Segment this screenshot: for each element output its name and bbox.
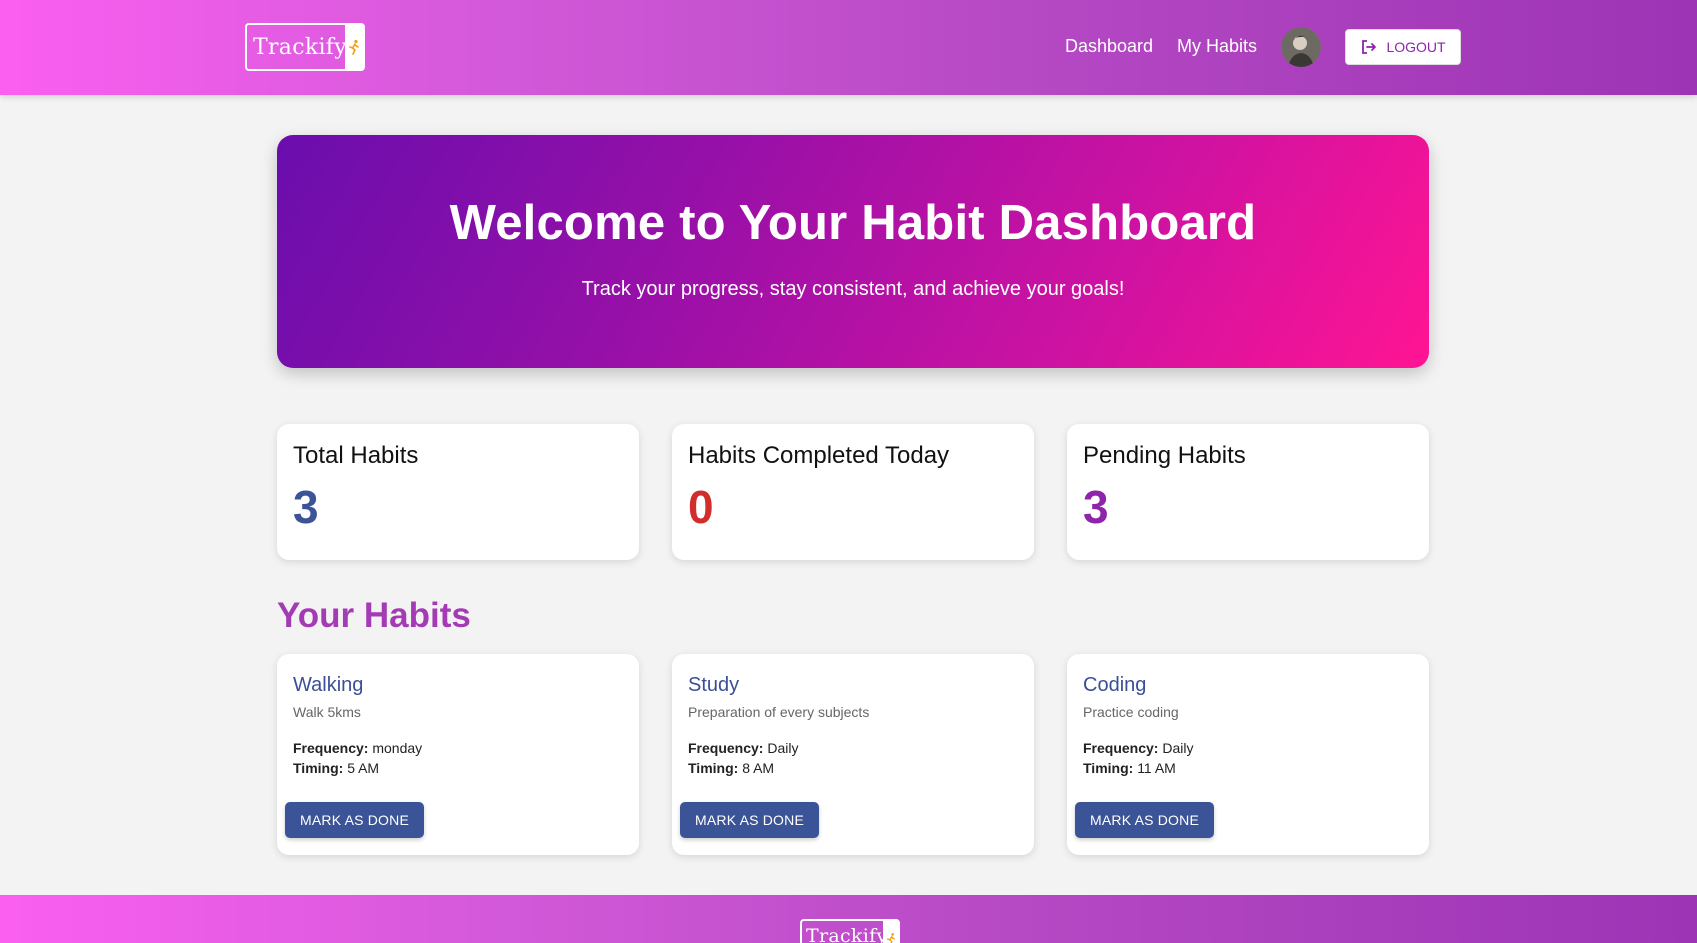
habit-name: Walking: [293, 674, 364, 696]
habit-name: Study: [688, 674, 740, 696]
habit-description: Walk 5kms: [293, 704, 361, 720]
logout-button[interactable]: LOGOUT: [1345, 29, 1461, 65]
runner-icon: [345, 25, 363, 69]
habit-card-walking: Walking Walk 5kms Frequency: monday Timi…: [277, 654, 639, 855]
habit-description: Preparation of every subjects: [688, 704, 870, 720]
timing-label: Timing:: [293, 760, 344, 776]
habit-frequency: monday: [372, 740, 423, 756]
footer: Trackify: [0, 895, 1697, 943]
habit-card-coding: Coding Practice coding Frequency: Daily …: [1067, 654, 1429, 855]
mark-as-done-button[interactable]: MARK AS DONE: [1075, 802, 1214, 838]
habit-timing: 11 AM: [1137, 760, 1176, 776]
mark-as-done-button[interactable]: MARK AS DONE: [680, 802, 819, 838]
frequency-label: Frequency:: [1083, 740, 1159, 756]
hero-title: Welcome to Your Habit Dashboard: [449, 196, 1257, 250]
habit-frequency: Daily: [1162, 740, 1194, 756]
stat-value: 3: [1083, 481, 1109, 533]
habit-name: Coding: [1083, 674, 1147, 696]
stat-card-total-habits: Total Habits 3: [277, 424, 639, 560]
logout-label: LOGOUT: [1386, 39, 1446, 55]
stat-label: Pending Habits: [1083, 442, 1246, 469]
stat-card-pending-habits: Pending Habits 3: [1067, 424, 1429, 560]
stat-value: 0: [688, 481, 714, 533]
timing-label: Timing:: [688, 760, 739, 776]
stat-value: 3: [293, 481, 319, 533]
avatar-photo-icon: [1281, 27, 1321, 67]
welcome-banner: Welcome to Your Habit Dashboard Track yo…: [277, 135, 1429, 368]
habit-timing: 8 AM: [742, 760, 775, 776]
nav-my-habits-link[interactable]: My Habits: [1177, 36, 1257, 57]
habit-description: Practice coding: [1083, 704, 1179, 720]
logout-icon: [1362, 40, 1377, 54]
nav-dashboard-link[interactable]: Dashboard: [1065, 36, 1153, 57]
your-habits-heading: Your Habits: [277, 596, 471, 635]
habit-card-study: Study Preparation of every subjects Freq…: [672, 654, 1034, 855]
logo-text: Trackify: [253, 34, 347, 60]
top-navbar: Trackify Dashboard My Habits LOGOUT: [0, 0, 1697, 95]
habit-details: Frequency: monday Timing: 5 AM: [293, 738, 422, 778]
habit-timing: 5 AM: [347, 760, 380, 776]
stat-label: Habits Completed Today: [688, 442, 950, 469]
habit-details: Frequency: Daily Timing: 8 AM: [688, 738, 798, 778]
habit-details: Frequency: Daily Timing: 11 AM: [1083, 738, 1193, 778]
mark-as-done-button[interactable]: MARK AS DONE: [285, 802, 424, 838]
habit-frequency: Daily: [767, 740, 799, 756]
user-avatar[interactable]: [1281, 27, 1321, 67]
footer-logo[interactable]: Trackify: [800, 919, 900, 943]
frequency-label: Frequency:: [688, 740, 764, 756]
timing-label: Timing:: [1083, 760, 1134, 776]
stat-card-completed-today: Habits Completed Today 0: [672, 424, 1034, 560]
hero-subtitle: Track your progress, stay consistent, an…: [581, 278, 1125, 300]
stat-label: Total Habits: [293, 442, 419, 469]
frequency-label: Frequency:: [293, 740, 369, 756]
runner-icon: [883, 921, 898, 943]
trackify-logo[interactable]: Trackify: [245, 23, 365, 71]
